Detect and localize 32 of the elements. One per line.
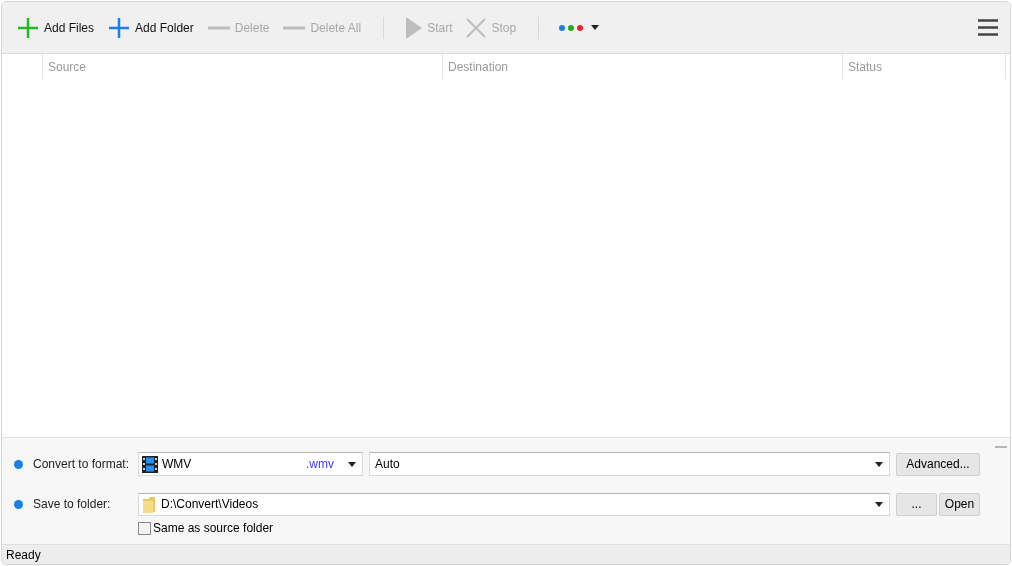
close-icon: [466, 17, 487, 38]
toolbar-button[interactable]: Add Files: [15, 12, 97, 43]
bullet-icon: [14, 459, 23, 469]
caret-icon: [875, 501, 883, 507]
quality-dropdown[interactable]: Auto: [369, 452, 890, 476]
advanced-button[interactable]: Advanced...: [896, 452, 980, 476]
status-text: Ready: [6, 546, 41, 564]
checkbox-label: Same as source folder: [153, 520, 274, 537]
film-icon: [142, 455, 158, 473]
caret-icon: [875, 461, 883, 467]
field-label: Convert to format:: [33, 456, 131, 473]
browse-button[interactable]: ...: [896, 492, 937, 516]
open-button[interactable]: Open: [939, 492, 980, 516]
toolbar-button[interactable]: Add Folder: [106, 12, 196, 43]
folder-path: D:\Convert\Videos: [161, 496, 260, 513]
folder-dropdown[interactable]: D:\Convert\Videos: [138, 492, 890, 516]
field-label: Save to folder:: [33, 496, 112, 513]
folder-icon: [142, 495, 156, 513]
caret-icon: [591, 25, 600, 30]
menu-button[interactable]: [976, 17, 1000, 38]
minus-icon: [283, 25, 306, 30]
checkbox[interactable]: [138, 521, 151, 535]
format-extension: .wmv: [306, 456, 334, 473]
minus-icon: [207, 25, 230, 30]
colored-dots-icon: [559, 24, 586, 31]
format-value: WMV: [162, 456, 193, 473]
format-dropdown[interactable]: WMV .wmv: [138, 452, 363, 476]
bullet-icon: [14, 499, 23, 509]
theme-dropdown[interactable]: [559, 24, 600, 31]
caret-icon: [348, 461, 356, 467]
menu-icon: [978, 19, 998, 36]
play-icon: [406, 16, 423, 39]
